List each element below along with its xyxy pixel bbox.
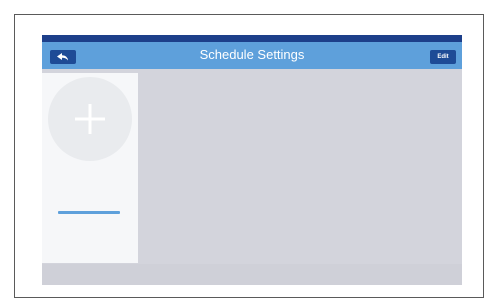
edit-button[interactable]: Edit xyxy=(430,50,456,64)
status-strip xyxy=(42,35,462,42)
schedule-list-panel xyxy=(42,73,138,263)
header-bar: Schedule Settings Edit xyxy=(42,42,462,69)
plus-icon xyxy=(73,102,107,136)
device-screen: Schedule Settings Edit xyxy=(42,35,462,285)
page-title: Schedule Settings xyxy=(199,47,305,62)
footer-strip xyxy=(42,264,462,285)
schedule-slot-indicator xyxy=(58,211,120,214)
add-schedule-button[interactable] xyxy=(48,77,132,161)
